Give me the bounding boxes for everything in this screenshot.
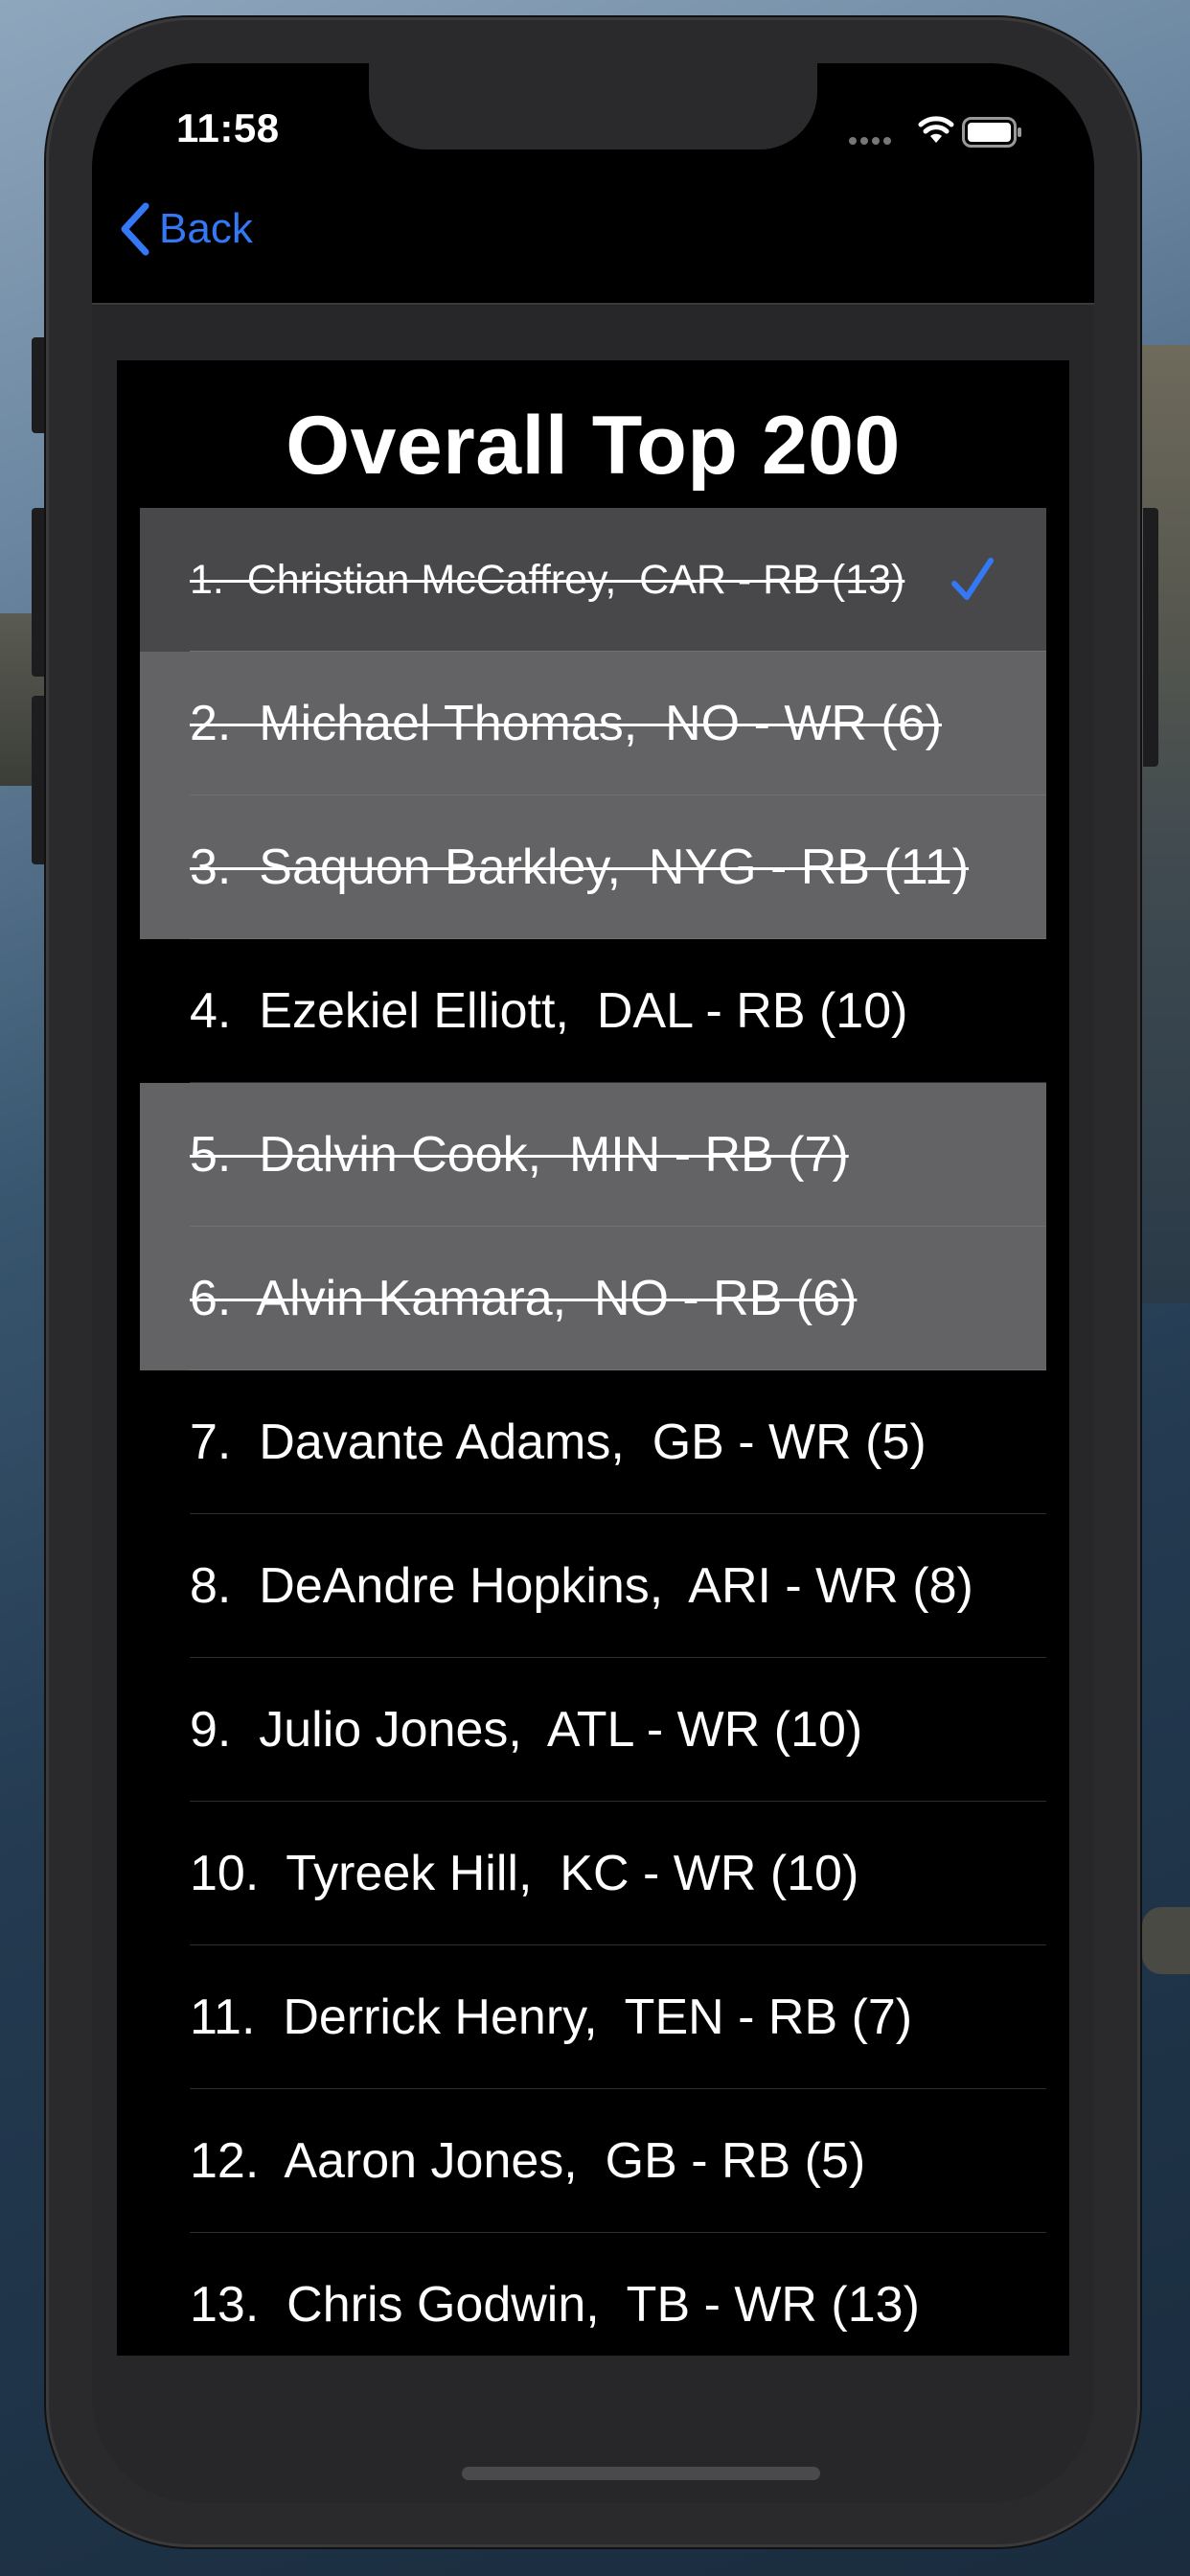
player-label: 2. Michael Thomas, NO - WR (6) [190,696,942,751]
player-label: 7. Davante Adams, GB - WR (5) [190,1414,927,1470]
home-indicator[interactable] [462,2467,820,2480]
player-row[interactable]: 6. Alvin Kamara, NO - RB (6) [140,1227,1046,1370]
player-list[interactable]: 1. Christian McCaffrey, CAR - RB (13) 2. … [140,508,1046,2356]
player-row[interactable]: 9. Julio Jones, ATL - WR (10) [140,1658,1046,1802]
checkmark-icon [951,558,994,600]
phone-screen: 11:58 Back Overall Top 200 1. Christian … [92,63,1094,2503]
player-row[interactable]: 3. Saquon Barkley, NYG - RB (11) [140,795,1046,939]
chevron-left-icon [121,202,149,256]
player-label: 13. Chris Godwin, TB - WR (13) [190,2277,920,2333]
player-label: 6. Alvin Kamara, NO - RB (6) [190,1271,858,1326]
player-label: 5. Dalvin Cook, MIN - RB (7) [190,1127,849,1183]
player-row[interactable]: 1. Christian McCaffrey, CAR - RB (13) [140,508,1046,652]
status-icons [849,113,1041,151]
player-label: 4. Ezekiel Elliott, DAL - RB (10) [190,983,908,1039]
player-label: 11. Derrick Henry, TEN - RB (7) [190,1990,913,2045]
wifi-icon [918,116,954,143]
background-rock [1142,1907,1190,1974]
player-label: 9. Julio Jones, ATL - WR (10) [190,1702,863,1758]
volume-down-button [32,696,47,864]
player-row[interactable]: 4. Ezekiel Elliott, DAL - RB (10) [140,939,1046,1083]
player-row[interactable]: 2. Michael Thomas, NO - WR (6) [140,652,1046,795]
player-row[interactable]: 12. Aaron Jones, GB - RB (5) [140,2089,1046,2233]
navigation-bar: 11:58 Back [92,63,1094,303]
player-row[interactable]: 13. Chris Godwin, TB - WR (13) [140,2233,1046,2356]
status-time: 11:58 [176,105,280,150]
battery-icon [962,117,1021,148]
phone-frame: 11:58 Back Overall Top 200 1. Christian … [46,17,1140,2547]
player-label: 10. Tyreek Hill, KC - WR (10) [190,1846,859,1901]
notch [369,63,817,150]
player-label: 1. Christian McCaffrey, CAR - RB (13) [190,556,905,603]
player-label: 3. Saquon Barkley, NYG - RB (11) [190,840,970,895]
player-row[interactable]: 8. DeAndre Hopkins, ARI - WR (8) [140,1514,1046,1658]
mute-switch [32,337,47,433]
player-row[interactable]: 7. Davante Adams, GB - WR (5) [140,1370,1046,1514]
nav-divider [92,303,1094,305]
player-label: 8. DeAndre Hopkins, ARI - WR (8) [190,1558,973,1614]
player-row[interactable]: 10. Tyreek Hill, KC - WR (10) [140,1802,1046,1945]
signal-dots-icon [849,132,895,150]
player-row[interactable]: 11. Derrick Henry, TEN - RB (7) [140,1945,1046,2089]
rankings-panel: Overall Top 200 1. Christian McCaffrey, … [117,360,1069,2356]
volume-up-button [32,508,47,677]
player-label: 12. Aaron Jones, GB - RB (5) [190,2133,866,2189]
back-button[interactable]: Back [119,196,253,263]
page-title: Overall Top 200 [286,400,901,492]
power-button [1143,508,1158,767]
player-row[interactable]: 5. Dalvin Cook, MIN - RB (7) [140,1083,1046,1227]
back-label: Back [159,205,253,252]
